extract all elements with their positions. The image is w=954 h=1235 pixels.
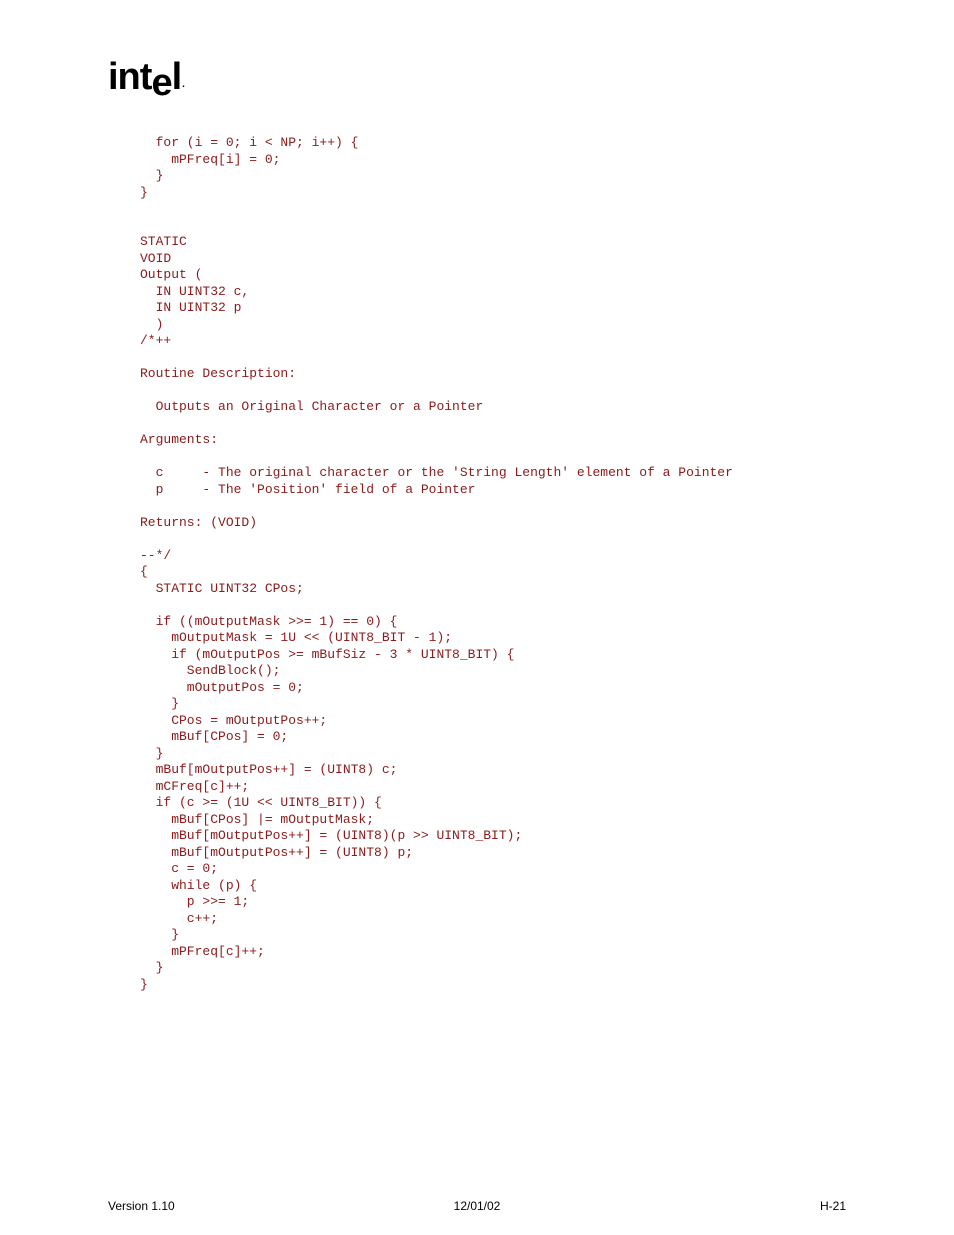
footer-page: H-21	[820, 1199, 846, 1213]
logo-text-c: l	[172, 56, 182, 98]
logo-text-b: e	[151, 62, 171, 104]
footer-date: 12/01/02	[0, 1199, 954, 1213]
intel-logo: intel.	[108, 56, 183, 99]
logo-dot: .	[182, 79, 184, 90]
logo-text-a: int	[108, 56, 151, 98]
source-code: for (i = 0; i < NP; i++) { mPFreq[i] = 0…	[140, 135, 894, 993]
